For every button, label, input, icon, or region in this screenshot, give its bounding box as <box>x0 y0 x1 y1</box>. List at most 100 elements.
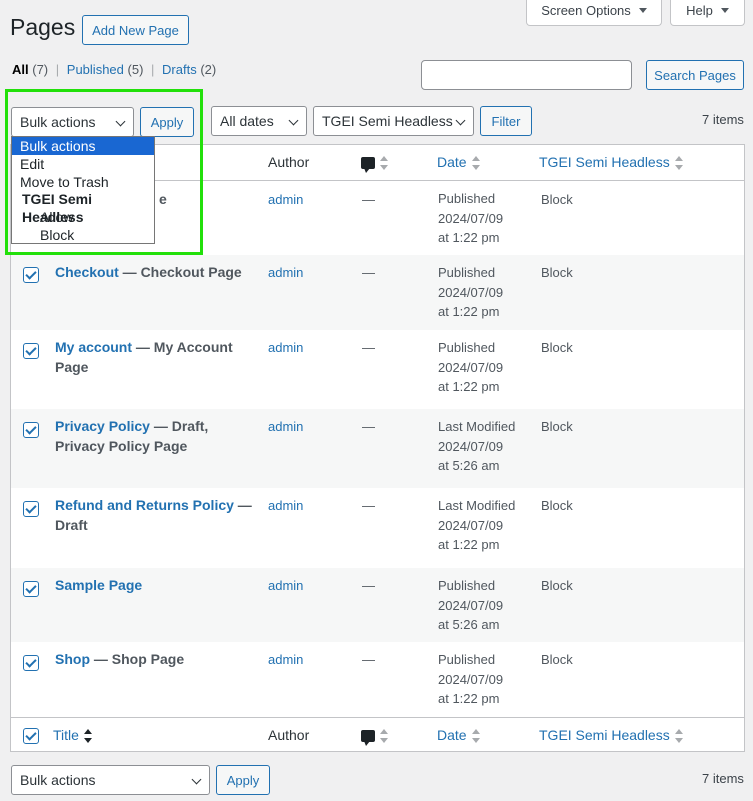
row-checkbox[interactable] <box>23 343 39 359</box>
view-drafts-count: (2) <box>200 62 217 77</box>
row-author[interactable]: admin <box>268 498 303 513</box>
table-row: Checkout — Checkout Page admin — Publish… <box>11 255 744 330</box>
column-tgei[interactable]: TGEI Semi Headless <box>539 154 683 171</box>
row-author[interactable]: admin <box>268 419 303 434</box>
row-comments: — <box>362 340 375 355</box>
row-comments: — <box>362 578 375 593</box>
column-author: Author <box>268 154 310 170</box>
row-title: Shop — Shop Page <box>55 651 185 667</box>
row-checkbox[interactable] <box>23 581 39 597</box>
row-date: Published 2024/07/09 at 1:22 pm <box>438 265 504 319</box>
row-date: Last Modified 2024/07/09 at 1:22 pm <box>438 498 516 552</box>
table-row: Shop — Shop Page admin — Published 2024/0… <box>11 642 744 717</box>
apply-button[interactable]: Apply <box>140 107 194 137</box>
row-author[interactable]: admin <box>268 265 303 280</box>
column-comments[interactable] <box>361 154 388 174</box>
view-all[interactable]: All <box>12 62 29 77</box>
screen-options-button[interactable]: Screen Options <box>526 0 662 26</box>
row-title-link[interactable]: Checkout <box>55 264 119 280</box>
sort-icon <box>380 156 388 171</box>
sort-icon <box>674 729 683 744</box>
view-published[interactable]: Published <box>67 62 124 77</box>
row-author[interactable]: admin <box>268 578 303 593</box>
row-author[interactable]: admin <box>268 652 303 667</box>
row-date: Published 2024/07/09 at 1:22 pm <box>438 191 504 245</box>
row-date: Published 2024/07/09 at 5:26 am <box>438 578 504 632</box>
select-all-checkbox[interactable] <box>23 728 39 744</box>
row-title-link[interactable]: Refund and Returns Policy <box>55 497 234 513</box>
row-comments: — <box>362 419 375 434</box>
option-bulk-actions[interactable]: Bulk actions <box>12 137 154 155</box>
row-author[interactable]: admin <box>268 192 303 207</box>
table-row: My account — My Account Page admin — Pub… <box>11 330 744 409</box>
view-published-count: (5) <box>127 62 144 77</box>
items-count-bottom: 7 items <box>702 771 744 786</box>
bulk-actions-select[interactable]: Bulk actions <box>11 107 134 137</box>
table-row: Refund and Returns Policy — Draft admin … <box>11 488 744 568</box>
column-date[interactable]: Date <box>437 154 480 171</box>
sort-icon <box>674 156 683 171</box>
screen-options-label: Screen Options <box>541 3 631 18</box>
filter-button[interactable]: Filter <box>480 106 532 136</box>
view-all-count: (7) <box>32 62 49 77</box>
add-new-page-button[interactable]: Add New Page <box>82 15 189 45</box>
items-count: 7 items <box>702 112 744 127</box>
row-comments: — <box>362 265 375 280</box>
apply-button-bottom[interactable]: Apply <box>216 765 270 795</box>
bulk-actions-select-bottom[interactable]: Bulk actions <box>11 765 210 795</box>
bulk-actions-value: Bulk actions <box>20 114 96 130</box>
row-tgei: Block <box>541 652 573 667</box>
column-comments[interactable] <box>361 727 388 747</box>
chevron-down-icon <box>191 774 202 785</box>
dates-filter-select[interactable]: All dates <box>211 106 307 136</box>
row-title: Checkout — Checkout Page <box>55 264 242 280</box>
help-label: Help <box>686 3 713 18</box>
chevron-down-icon <box>288 115 299 126</box>
column-title[interactable]: Title <box>53 727 92 744</box>
row-title: Privacy Policy — Draft, Privacy Policy P… <box>55 418 209 454</box>
tgei-filter-select[interactable]: TGEI Semi Headless <box>313 106 474 136</box>
row-checkbox[interactable] <box>23 501 39 517</box>
option-block[interactable]: Block <box>12 226 154 244</box>
row-title-link[interactable]: Privacy Policy <box>55 418 150 434</box>
chevron-down-icon <box>455 115 466 126</box>
column-date[interactable]: Date <box>437 727 480 744</box>
search-input[interactable] <box>421 60 632 90</box>
sort-icon <box>83 729 92 744</box>
row-title: Sample Page <box>55 576 255 596</box>
view-filters: All (7) | Published (5) | Drafts (2) <box>12 62 217 77</box>
option-allow[interactable]: Allow <box>12 208 154 226</box>
sort-icon <box>380 729 388 744</box>
row-title-link[interactable]: Shop <box>55 651 90 667</box>
row-title-link[interactable]: Sample Page <box>55 577 142 593</box>
optgroup-tgei: TGEI Semi Headless <box>22 191 93 225</box>
row-comments: — <box>362 498 375 513</box>
option-edit[interactable]: Edit <box>12 155 154 173</box>
view-drafts[interactable]: Drafts <box>162 62 197 77</box>
caret-down-icon <box>638 8 647 13</box>
row-checkbox[interactable] <box>23 267 39 283</box>
row-tgei: Block <box>541 578 573 593</box>
column-tgei[interactable]: TGEI Semi Headless <box>539 727 683 744</box>
tgei-filter-value: TGEI Semi Headless <box>322 113 453 129</box>
row-tgei: Block <box>541 498 573 513</box>
comment-icon <box>361 157 375 174</box>
table-row: Sample Page admin — Published 2024/07/09 a… <box>11 568 744 642</box>
row-tgei: Block <box>541 419 573 434</box>
row-title-link[interactable]: My account <box>55 339 132 355</box>
row-checkbox[interactable] <box>23 655 39 671</box>
search-pages-button[interactable]: Search Pages <box>646 60 744 90</box>
row-author[interactable]: admin <box>268 340 303 355</box>
help-button[interactable]: Help <box>670 0 745 26</box>
option-move-to-trash[interactable]: Move to Trash <box>12 173 154 191</box>
column-author: Author <box>268 727 310 743</box>
row-title[interactable]: e <box>159 190 359 210</box>
table-row: Privacy Policy — Draft, Privacy Policy P… <box>11 409 744 488</box>
row-date: Published 2024/07/09 at 1:22 pm <box>438 652 504 706</box>
row-comments: — <box>362 652 375 667</box>
row-checkbox[interactable] <box>23 422 39 438</box>
row-comments: — <box>362 192 375 207</box>
chevron-down-icon <box>115 116 126 127</box>
dates-filter-value: All dates <box>220 113 274 129</box>
row-date: Last Modified 2024/07/09 at 5:26 am <box>438 419 516 473</box>
